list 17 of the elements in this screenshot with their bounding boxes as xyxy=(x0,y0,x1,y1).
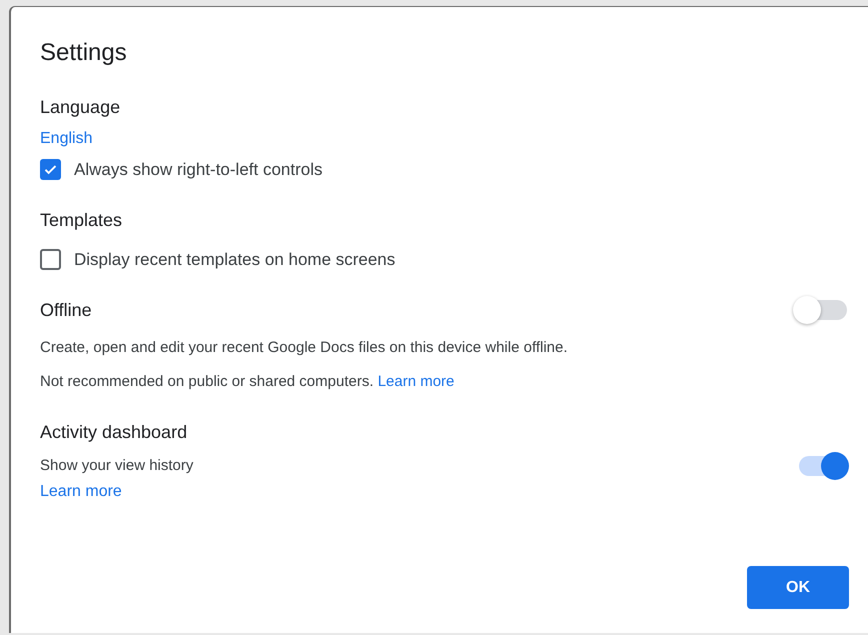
section-heading: Offline xyxy=(40,298,92,322)
section-heading: Templates xyxy=(40,209,122,232)
link[interactable]: English xyxy=(40,127,849,151)
dialog-title: Settings xyxy=(40,39,128,67)
description-text: Show your view history xyxy=(40,456,194,476)
checkbox-label: Display recent templates on home screens xyxy=(74,248,396,270)
section-heading: Activity dashboard xyxy=(40,420,188,444)
toggle-switch[interactable] xyxy=(793,296,849,324)
checkbox[interactable] xyxy=(40,159,61,180)
description-text: Not recommended on public or shared computers. Learn more xyxy=(40,372,454,392)
link[interactable]: Learn more xyxy=(40,480,849,504)
learn-more-link[interactable]: Learn more xyxy=(378,373,454,390)
description-text: Create, open and edit your recent Google Docs files on this device while offline. xyxy=(40,338,568,358)
ok-button[interactable]: OK xyxy=(747,566,849,609)
checkbox[interactable] xyxy=(40,248,61,270)
section-heading: Language xyxy=(40,96,120,119)
checkbox-label: Always show right-to-left controls xyxy=(74,159,322,181)
